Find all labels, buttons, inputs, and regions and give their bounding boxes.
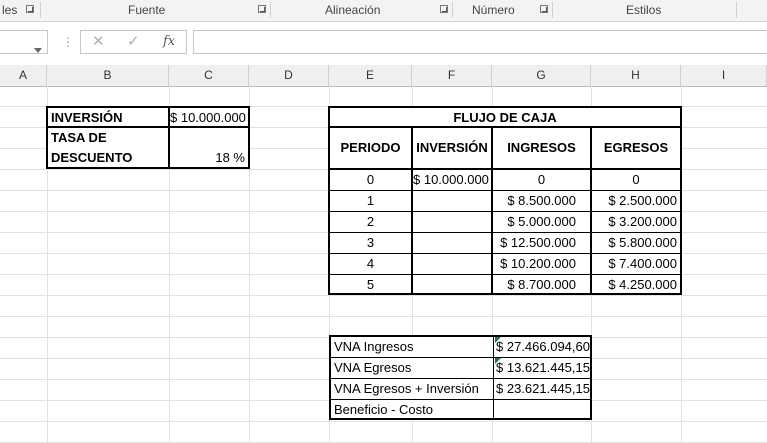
table-cell-inversion[interactable]: [413, 275, 493, 293]
ribbon-group-numero: Número: [472, 3, 515, 17]
result-label[interactable]: Beneficio - Costo: [331, 400, 494, 418]
table-cell-ingresos[interactable]: $ 5.000.000: [493, 212, 592, 233]
ribbon-separator: [736, 2, 737, 18]
tasa-label-line2: DESCUENTO: [51, 150, 133, 165]
ribbon-group-label-partial: les: [2, 3, 18, 17]
table-cell-periodo[interactable]: 5: [330, 275, 413, 293]
table-cell-periodo[interactable]: 0: [330, 170, 413, 191]
table-cell-inversion[interactable]: [413, 254, 493, 275]
formula-bar: ⋮ ✕ ✓ fx: [0, 22, 767, 66]
enter-check-icon[interactable]: ✓: [127, 31, 140, 53]
result-value[interactable]: $ 27.466.094,60: [494, 337, 590, 358]
header-ingresos[interactable]: INGRESOS: [493, 128, 592, 170]
header-egresos[interactable]: EGRESOS: [592, 128, 680, 170]
chevron-down-icon[interactable]: [34, 48, 42, 53]
alignment-dialog-launcher-icon[interactable]: [440, 5, 448, 13]
cash-flow-title[interactable]: FLUJO DE CAJA: [330, 108, 680, 128]
ribbon-group-alineacion: Alineación: [325, 3, 381, 17]
column-header-e[interactable]: E: [329, 65, 412, 86]
result-value[interactable]: [494, 400, 590, 418]
table-cell-periodo[interactable]: 3: [330, 233, 413, 254]
table-cell-periodo[interactable]: 1: [330, 191, 413, 212]
column-headers: A B C D E F G H I: [0, 65, 767, 87]
result-label[interactable]: VNA Egresos + Inversión: [331, 379, 494, 400]
table-cell-inversion[interactable]: $ 10.000.000: [413, 170, 493, 191]
cash-flow-table: FLUJO DE CAJA PERIODO INVERSIÓN INGRESOS…: [328, 106, 682, 295]
table-cell-egresos[interactable]: $ 5.800.000: [592, 233, 680, 254]
ribbon-separator: [40, 2, 41, 18]
table-cell-egresos[interactable]: $ 7.400.000: [592, 254, 680, 275]
insert-function-icon[interactable]: fx: [163, 31, 175, 53]
cell-tasa-label[interactable]: TASA DE DESCUENTO: [46, 126, 170, 169]
ribbon-separator: [452, 2, 453, 18]
header-periodo[interactable]: PERIODO: [330, 128, 413, 170]
parameters-table: INVERSIÓN $ 10.000.000 TASA DE DESCUENTO…: [46, 106, 250, 169]
results-table: VNA Ingresos $ 27.466.094,60 VNA Egresos…: [329, 335, 592, 420]
column-header-i[interactable]: I: [681, 65, 767, 86]
column-header-d[interactable]: D: [249, 65, 329, 86]
ribbon-group-labels: les Fuente Alineación Número Estilos: [0, 0, 767, 22]
ribbon-separator: [270, 2, 271, 18]
table-cell-egresos[interactable]: $ 3.200.000: [592, 212, 680, 233]
tasa-label-line1: TASA DE: [51, 130, 107, 145]
table-cell-egresos[interactable]: $ 2.500.000: [592, 191, 680, 212]
font-dialog-launcher-icon[interactable]: [258, 5, 266, 13]
number-dialog-launcher-icon[interactable]: [540, 5, 548, 13]
result-value[interactable]: $ 13.621.445,15: [494, 358, 590, 379]
table-cell-egresos[interactable]: 0: [592, 170, 680, 191]
table-cell-periodo[interactable]: 2: [330, 212, 413, 233]
cell-tasa-value[interactable]: 18 %: [168, 126, 250, 169]
column-header-b[interactable]: B: [47, 65, 169, 86]
cell-inversion-value[interactable]: $ 10.000.000: [168, 106, 250, 128]
ribbon-group-fuente: Fuente: [128, 3, 166, 17]
dialog-launcher-icon[interactable]: [26, 5, 34, 13]
column-header-a[interactable]: A: [0, 65, 47, 86]
table-cell-inversion[interactable]: [413, 191, 493, 212]
cancel-icon[interactable]: ✕: [92, 31, 105, 53]
table-cell-ingresos[interactable]: 0: [493, 170, 592, 191]
result-label[interactable]: VNA Egresos: [331, 358, 494, 379]
error-indicator-icon[interactable]: [495, 337, 501, 343]
gridline: [0, 295, 767, 296]
table-cell-inversion[interactable]: [413, 212, 493, 233]
column-header-g[interactable]: G: [492, 65, 591, 86]
gridline: [0, 316, 767, 317]
error-indicator-icon[interactable]: [495, 358, 501, 364]
table-cell-inversion[interactable]: [413, 233, 493, 254]
result-value[interactable]: $ 23.621.445,15: [494, 379, 590, 400]
table-cell-egresos[interactable]: $ 4.250.000: [592, 275, 680, 293]
column-header-f[interactable]: F: [412, 65, 492, 86]
table-cell-ingresos[interactable]: $ 8.500.000: [493, 191, 592, 212]
ribbon-separator: [552, 2, 553, 18]
table-cell-ingresos[interactable]: $ 8.700.000: [493, 275, 592, 293]
ribbon-group-estilos: Estilos: [626, 3, 662, 17]
column-header-h[interactable]: H: [591, 65, 681, 86]
table-cell-periodo[interactable]: 4: [330, 254, 413, 275]
name-box[interactable]: [0, 30, 48, 54]
table-cell-ingresos[interactable]: $ 10.200.000: [493, 254, 592, 275]
more-options-icon[interactable]: ⋮: [62, 36, 74, 48]
cell-inversion-label[interactable]: INVERSIÓN: [46, 106, 170, 128]
gridline: [0, 421, 767, 422]
result-label[interactable]: VNA Ingresos: [331, 337, 494, 358]
header-inversion[interactable]: INVERSIÓN: [413, 128, 493, 170]
formula-buttons: ✕ ✓ fx: [80, 30, 187, 54]
formula-input[interactable]: [193, 30, 767, 54]
table-cell-ingresos[interactable]: $ 12.500.000: [493, 233, 592, 254]
column-header-c[interactable]: C: [169, 65, 249, 86]
